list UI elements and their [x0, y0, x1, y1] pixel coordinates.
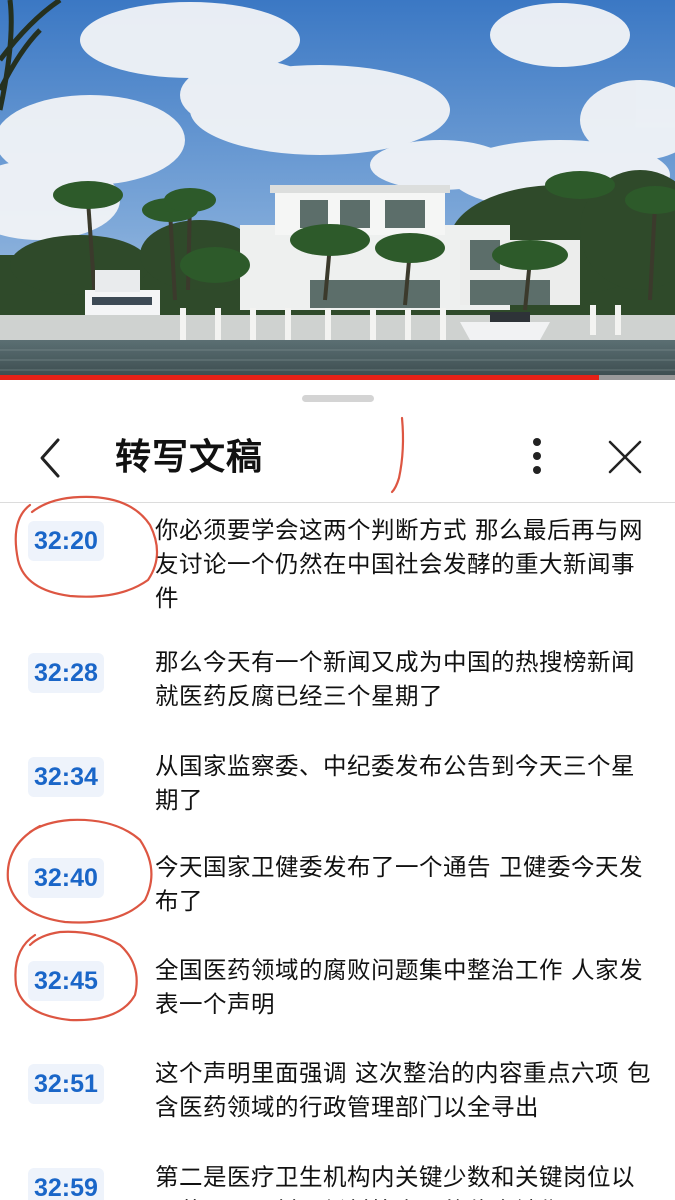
transcript-text: 从国家监察委、中纪委发布公告到今天三个星期了: [155, 752, 635, 814]
timestamp-link[interactable]: 32:51: [28, 1064, 104, 1104]
more-options-button[interactable]: [520, 434, 554, 478]
sheet-drag-handle[interactable]: [302, 395, 374, 402]
transcript-text: 全国医药领域的腐败问题集中整治工作 人家发表一个声明: [155, 956, 643, 1018]
page-title: 转写文稿: [115, 437, 264, 478]
timestamp-link[interactable]: 32:40: [28, 858, 104, 898]
back-button[interactable]: [30, 430, 70, 486]
transcript-text: 这个声明里面强调 这次整治的内容重点六项 包含医药领域的行政管理部门以全寻出: [155, 1059, 651, 1121]
chevron-left-icon: [40, 438, 60, 478]
transcript-sheet: 转写文稿 32:20 你必须要学会这两个判断方式 那么最后再与网友讨论一个仍然在…: [0, 380, 675, 1200]
video-frame-image: [0, 0, 675, 380]
transcript-header: 转写文稿: [0, 408, 675, 503]
transcript-text: 第二是医疗卫生机构内关键少数和关键岗位以及药品、器材、耗材等方面的位命销售: [155, 1163, 635, 1200]
close-button[interactable]: [600, 432, 650, 482]
timestamp-link[interactable]: 32:34: [28, 757, 104, 797]
header-divider: [0, 502, 675, 503]
timestamp-link[interactable]: 32:28: [28, 653, 104, 693]
timestamp-link[interactable]: 32:45: [28, 961, 104, 1001]
timestamp-link[interactable]: 32:59: [28, 1168, 104, 1200]
close-icon: [608, 440, 642, 474]
video-player[interactable]: [0, 0, 675, 380]
transcript-text: 今天国家卫健委发布了一个通告 卫健委今天发布了: [155, 853, 643, 915]
transcript-text: 那么今天有一个新闻又成为中国的热搜榜新闻 就医药反腐已经三个星期了: [155, 648, 635, 710]
transcript-text: 你必须要学会这两个判断方式 那么最后再与网友讨论一个仍然在中国社会发酵的重大新闻…: [155, 516, 643, 612]
timestamp-link[interactable]: 32:20: [28, 521, 104, 561]
more-vertical-icon: [533, 438, 541, 474]
